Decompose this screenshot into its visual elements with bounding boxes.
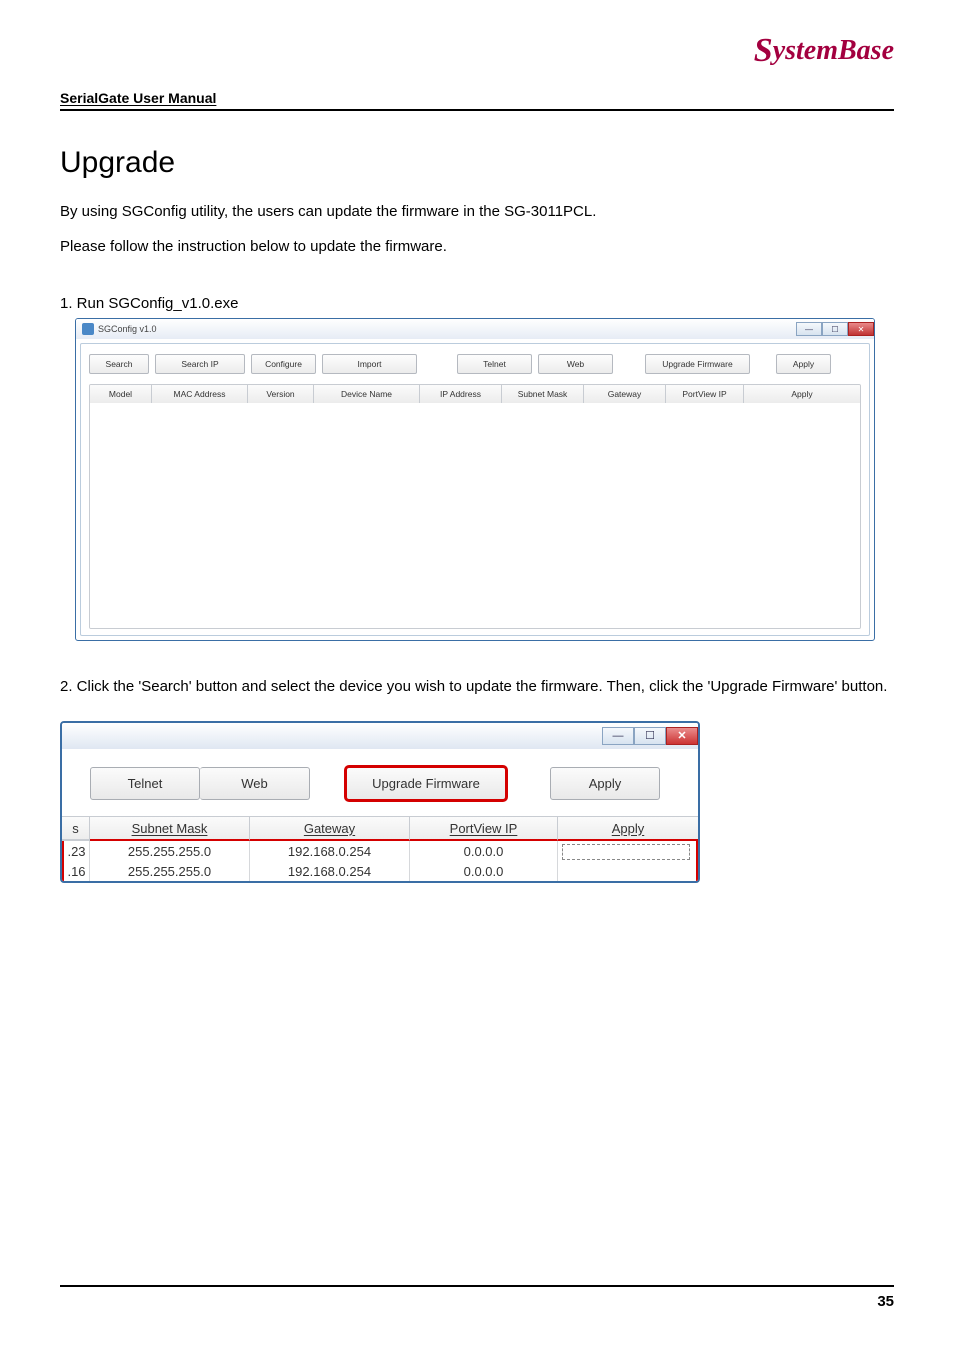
brand-rest: ystemBase <box>773 35 894 66</box>
configure-button[interactable]: Configure <box>251 354 316 374</box>
page-number: 35 <box>877 1293 894 1310</box>
apply-button[interactable]: Apply <box>776 354 831 374</box>
cell-portview: 0.0.0.0 <box>410 861 558 881</box>
col-portview[interactable]: PortView IP <box>410 817 558 841</box>
col-gateway[interactable]: Gateway <box>584 385 666 403</box>
sgconfig-crop-window: — ☐ ✕ Telnet Web Upgrade Firmware Apply … <box>60 721 700 883</box>
import-button[interactable]: Import <box>322 354 417 374</box>
intro-paragraph-1: By using SGConfig utility, the users can… <box>60 198 894 225</box>
cell-s: .16 <box>62 861 90 881</box>
device-table-body <box>90 403 860 628</box>
web-button[interactable]: Web <box>200 767 310 800</box>
step-2-text: 2. Click the 'Search' button and select … <box>60 671 894 703</box>
telnet-button[interactable]: Telnet <box>457 354 532 374</box>
table-row[interactable]: .23 255.255.255.0 192.168.0.254 0.0.0.0 <box>62 841 698 861</box>
col-apply[interactable]: Apply <box>558 817 698 841</box>
upgrade-firmware-button[interactable]: Upgrade Firmware <box>645 354 750 374</box>
page-footer: 35 <box>60 1285 894 1310</box>
crop-table-header: s Subnet Mask Gateway PortView IP Apply <box>62 816 698 841</box>
cell-s: .23 <box>62 841 90 861</box>
col-version[interactable]: Version <box>248 385 314 403</box>
section-title: Upgrade <box>60 146 894 180</box>
search-button[interactable]: Search <box>89 354 149 374</box>
brand-initial: S <box>754 32 773 70</box>
col-device-name[interactable]: Device Name <box>314 385 420 403</box>
col-apply[interactable]: Apply <box>744 385 860 403</box>
cell-gateway: 192.168.0.254 <box>250 861 410 881</box>
intro-paragraph-2: Please follow the instruction below to u… <box>60 233 894 260</box>
cell-subnet: 255.255.255.0 <box>90 861 250 881</box>
apply-button[interactable]: Apply <box>550 767 660 800</box>
minimize-button[interactable]: — <box>602 727 634 745</box>
minimize-button[interactable]: — <box>796 322 822 336</box>
window-title: SGConfig v1.0 <box>98 324 157 334</box>
manual-title: SerialGate User Manual <box>60 90 894 111</box>
close-button[interactable]: ✕ <box>848 322 874 336</box>
app-icon <box>82 323 94 335</box>
maximize-button[interactable]: ☐ <box>822 322 848 336</box>
cell-apply[interactable] <box>558 861 698 881</box>
cell-apply[interactable] <box>558 841 698 861</box>
apply-cell-focus[interactable] <box>562 844 690 860</box>
close-button[interactable]: ✕ <box>666 727 698 745</box>
crop-titlebar: — ☐ ✕ <box>62 723 698 749</box>
search-ip-button[interactable]: Search IP <box>155 354 245 374</box>
col-gateway[interactable]: Gateway <box>250 817 410 841</box>
web-button[interactable]: Web <box>538 354 613 374</box>
step-1-text: 1. Run SGConfig_v1.0.exe <box>60 295 894 312</box>
col-s[interactable]: s <box>62 817 90 841</box>
upgrade-firmware-button[interactable]: Upgrade Firmware <box>346 767 506 800</box>
table-row[interactable]: .16 255.255.255.0 192.168.0.254 0.0.0.0 <box>62 861 698 881</box>
col-subnet[interactable]: Subnet Mask <box>90 817 250 841</box>
maximize-button[interactable]: ☐ <box>634 727 666 745</box>
brand-logo: SystemBase <box>754 30 894 68</box>
cell-gateway: 192.168.0.254 <box>250 841 410 861</box>
col-subnet[interactable]: Subnet Mask <box>502 385 584 403</box>
cell-portview: 0.0.0.0 <box>410 841 558 861</box>
col-ip[interactable]: IP Address <box>420 385 502 403</box>
device-table: Model MAC Address Version Device Name IP… <box>89 384 861 629</box>
col-mac[interactable]: MAC Address <box>152 385 248 403</box>
cell-subnet: 255.255.255.0 <box>90 841 250 861</box>
sgconfig-window: SGConfig v1.0 — ☐ ✕ Search Search IP Con… <box>75 318 875 641</box>
window-titlebar: SGConfig v1.0 — ☐ ✕ <box>76 319 874 339</box>
col-model[interactable]: Model <box>90 385 152 403</box>
telnet-button[interactable]: Telnet <box>90 767 200 800</box>
col-portview[interactable]: PortView IP <box>666 385 744 403</box>
